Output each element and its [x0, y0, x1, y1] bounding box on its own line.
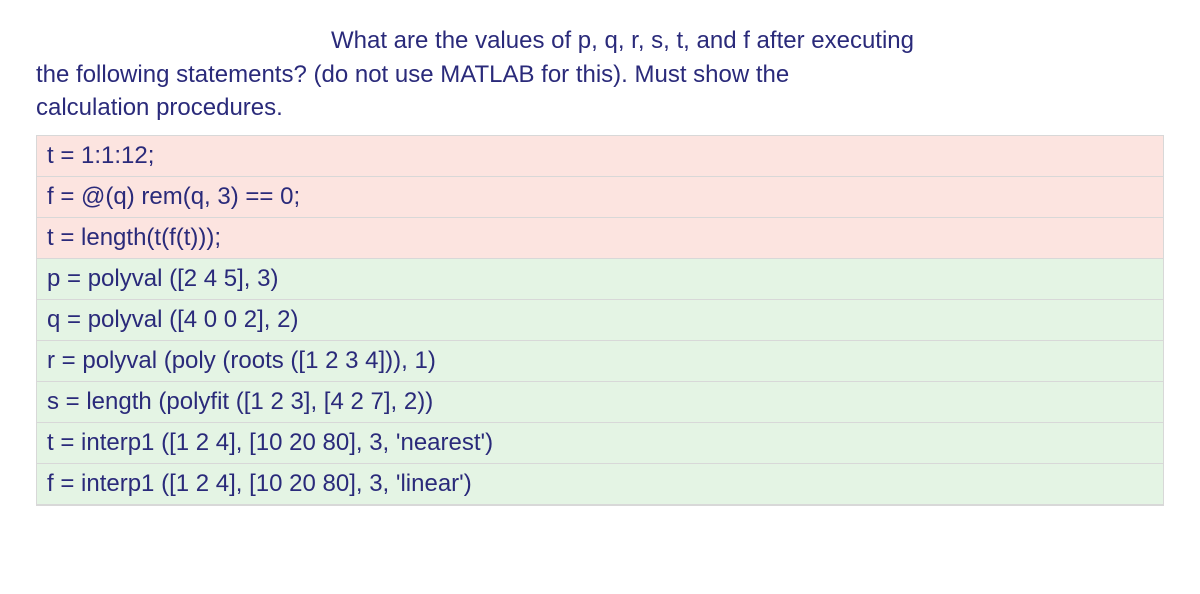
code-block: t = 1:1:12; f = @(q) rem(q, 3) == 0; t =…: [36, 135, 1164, 506]
code-line: t = length(t(f(t)));: [37, 218, 1163, 259]
document-container: What are the values of p, q, r, s, t, an…: [0, 0, 1200, 506]
code-line: q = polyval ([4 0 0 2], 2): [37, 300, 1163, 341]
code-line: f = interp1 ([1 2 4], [10 20 80], 3, 'li…: [37, 464, 1163, 505]
question-text: What are the values of p, q, r, s, t, an…: [36, 24, 1164, 125]
question-line-2: the following statements? (do not use MA…: [36, 61, 789, 88]
question-line-1: What are the values of p, q, r, s, t, an…: [331, 27, 914, 54]
code-line: s = length (polyfit ([1 2 3], [4 2 7], 2…: [37, 382, 1163, 423]
code-line: t = interp1 ([1 2 4], [10 20 80], 3, 'ne…: [37, 423, 1163, 464]
code-line: p = polyval ([2 4 5], 3): [37, 259, 1163, 300]
code-line: f = @(q) rem(q, 3) == 0;: [37, 177, 1163, 218]
code-line: r = polyval (poly (roots ([1 2 3 4])), 1…: [37, 341, 1163, 382]
code-line: t = 1:1:12;: [37, 136, 1163, 177]
question-line-3: calculation procedures.: [36, 94, 283, 121]
